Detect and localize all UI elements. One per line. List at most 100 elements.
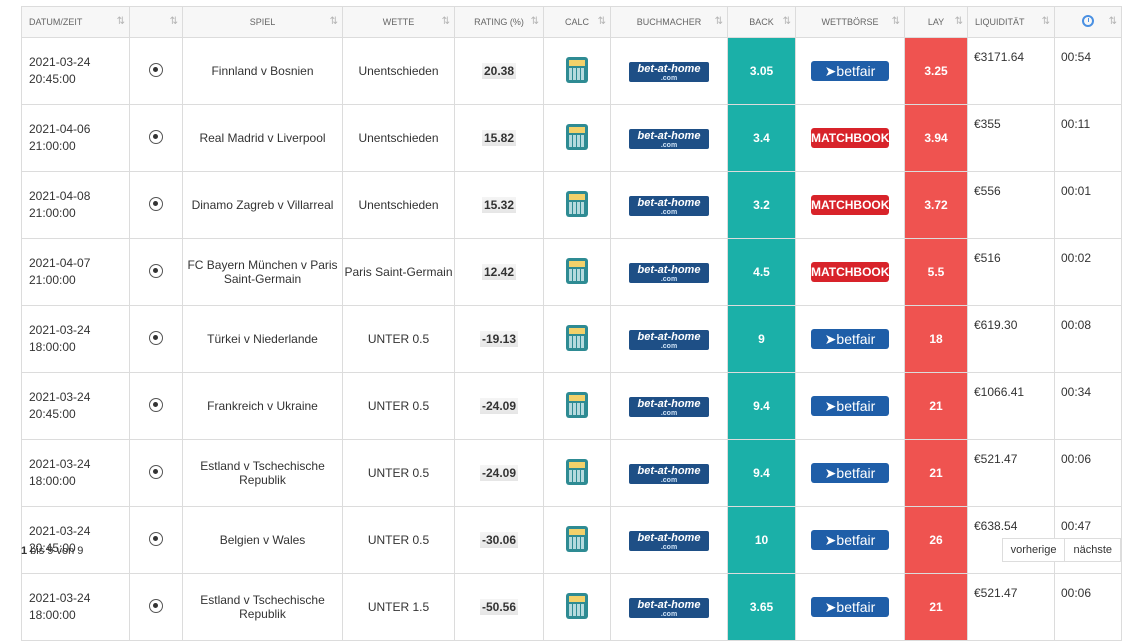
calculator-icon[interactable] [566,56,588,83]
sport-cell [129,171,183,239]
calculator-icon[interactable] [566,257,588,284]
game-cell: Finnland v Bosnien [182,37,343,105]
bet-at-home-logo[interactable]: bet-at-home .com [629,463,709,484]
calc-cell [543,238,611,306]
game-cell: FC Bayern München v Paris Saint-Germain [182,238,343,306]
lay-odds-cell: 3.94 [904,104,968,172]
col-header-calc[interactable]: CALC ⇅ [543,6,611,38]
prev-page-button[interactable]: vorherige [1001,538,1066,562]
calculator-icon[interactable] [566,190,588,217]
bookmaker-logo-sub: .com [660,74,678,82]
col-header-liquidity[interactable]: LIQUIDITÄT ⇅ [967,6,1055,38]
back-odds: 3.2 [753,198,770,212]
bet-at-home-logo[interactable]: bet-at-home .com [629,597,709,618]
bet-cell: Unentschieden [342,37,455,105]
col-header-bet[interactable]: WETTE ⇅ [342,6,455,38]
bet-at-home-logo[interactable]: bet-at-home .com [629,128,709,149]
back-odds-cell: 3.65 [727,573,796,641]
betfair-logo[interactable]: ➤betfair [811,597,889,617]
back-odds: 10 [754,533,769,547]
matchbook-logo[interactable]: MATCHBOOK [811,262,889,282]
lay-odds: 21 [929,466,943,480]
calc-cell [543,104,611,172]
col-header-sport[interactable]: ⇅ [129,6,183,38]
bet-at-home-logo[interactable]: bet-at-home .com [629,329,709,350]
col-header-time[interactable]: ⇅ [1054,6,1122,38]
calculator-icon[interactable] [566,324,588,351]
betfair-logo[interactable]: ➤betfair [811,396,889,416]
bookmaker-logo-text: bet-at-home [637,397,701,410]
date-cell: 2021-03-24 20:45:00 [21,506,130,574]
date-cell: 2021-03-24 18:00:00 [21,439,130,507]
matchbook-logo[interactable]: MATCHBOOK [811,195,889,215]
table-row[interactable]: 2021-04-07 21:00:00 FC Bayern München v Pa… [21,238,1122,306]
lay-odds-cell: 18 [904,305,968,373]
betfair-logo[interactable]: ➤betfair [811,329,889,349]
bookmaker-logo-text: bet-at-home [637,531,701,544]
lay-odds: 3.72 [924,198,948,212]
matchbook-logo[interactable]: MATCHBOOK [811,128,889,148]
col-header-back[interactable]: BACK ⇅ [727,6,796,38]
bet-at-home-logo[interactable]: bet-at-home .com [629,195,709,216]
bookmaker-logo-sub: .com [660,409,678,417]
table-row[interactable]: 2021-03-24 18:00:00 Estland v Tschechische… [21,439,1122,507]
football-icon [149,397,163,412]
table-row[interactable]: 2021-04-06 21:00:00 Real Madrid v Liverpoo… [21,104,1122,172]
remaining-time-cell: 00:34 [1054,372,1122,440]
sort-icon: ⇅ [782,16,792,27]
bet-cell: UNTER 0.5 [342,439,455,507]
calculator-icon[interactable] [566,525,588,552]
liquidity-value: €521.47 [974,452,1018,466]
col-header-rating[interactable]: RATING (%) ⇅ [454,6,544,38]
back-odds-cell: 3.4 [727,104,796,172]
back-odds-cell: 4.5 [727,238,796,306]
liquidity-value: €1066.41 [974,385,1025,399]
calculator-icon[interactable] [566,592,588,619]
bookmaker-logo-text: bet-at-home [637,129,701,142]
sort-icon: ⇅ [329,16,339,27]
game-label: Frankreich v Ukraine [207,399,318,413]
liquidity-value: €521.47 [974,586,1018,600]
next-page-button[interactable]: nächste [1065,538,1121,562]
table-row[interactable]: 2021-04-08 21:00:00 Dinamo Zagreb v Villar… [21,171,1122,239]
col-header-date[interactable]: DATUM/ZEIT ⇅ [21,6,130,38]
date-cell: 2021-03-24 18:00:00 [21,573,130,641]
rating-value: 15.82 [481,130,517,146]
col-header-bookmaker[interactable]: BUCHMACHER ⇅ [610,6,728,38]
header-label: WETTBÖRSE [821,17,879,27]
header-label: BACK [749,17,774,27]
sort-icon: ⇅ [714,16,724,27]
bet-at-home-logo[interactable]: bet-at-home .com [629,396,709,417]
game-cell: Estland v Tschechische Republik [182,573,343,641]
col-header-exchange[interactable]: WETTBÖRSE ⇅ [795,6,905,38]
table-row[interactable]: 2021-03-24 18:00:00 Estland v Tschechische… [21,573,1122,641]
table-row[interactable]: 2021-03-24 20:45:00 Belgien v Wales UNTER 0… [21,506,1122,574]
calculator-icon[interactable] [566,391,588,418]
betfair-logo[interactable]: ➤betfair [811,463,889,483]
match-date: 2021-03-24 [29,323,91,337]
bookmaker-cell: bet-at-home .com [610,104,728,172]
col-header-lay[interactable]: LAY ⇅ [904,6,968,38]
calculator-icon[interactable] [566,123,588,150]
remaining-time: 00:06 [1061,586,1092,600]
bet-at-home-logo[interactable]: bet-at-home .com [629,262,709,283]
football-icon [149,464,163,479]
game-cell: Frankreich v Ukraine [182,372,343,440]
table-row[interactable]: 2021-03-24 20:45:00 Finnland v Bosnien Unen… [21,37,1122,105]
back-odds-cell: 3.05 [727,37,796,105]
table-row[interactable]: 2021-03-24 18:00:00 Türkei v Niederlande UN… [21,305,1122,373]
calculator-icon[interactable] [566,458,588,485]
sport-cell [129,372,183,440]
game-label: Estland v Tschechische Republik [200,459,325,487]
bet-at-home-logo[interactable]: bet-at-home .com [629,530,709,551]
betfair-logo[interactable]: ➤betfair [811,530,889,550]
bet-at-home-logo[interactable]: bet-at-home .com [629,61,709,82]
liquidity-cell: €355 [967,104,1055,172]
rating-value: -50.56 [479,599,519,615]
bet-cell: UNTER 0.5 [342,506,455,574]
betfair-logo[interactable]: ➤betfair [811,61,889,81]
table-row[interactable]: 2021-03-24 20:45:00 Frankreich v Ukraine UN… [21,372,1122,440]
exchange-cell: ➤betfair [795,305,905,373]
col-header-game[interactable]: SPIEL ⇅ [182,6,343,38]
calc-cell [543,37,611,105]
